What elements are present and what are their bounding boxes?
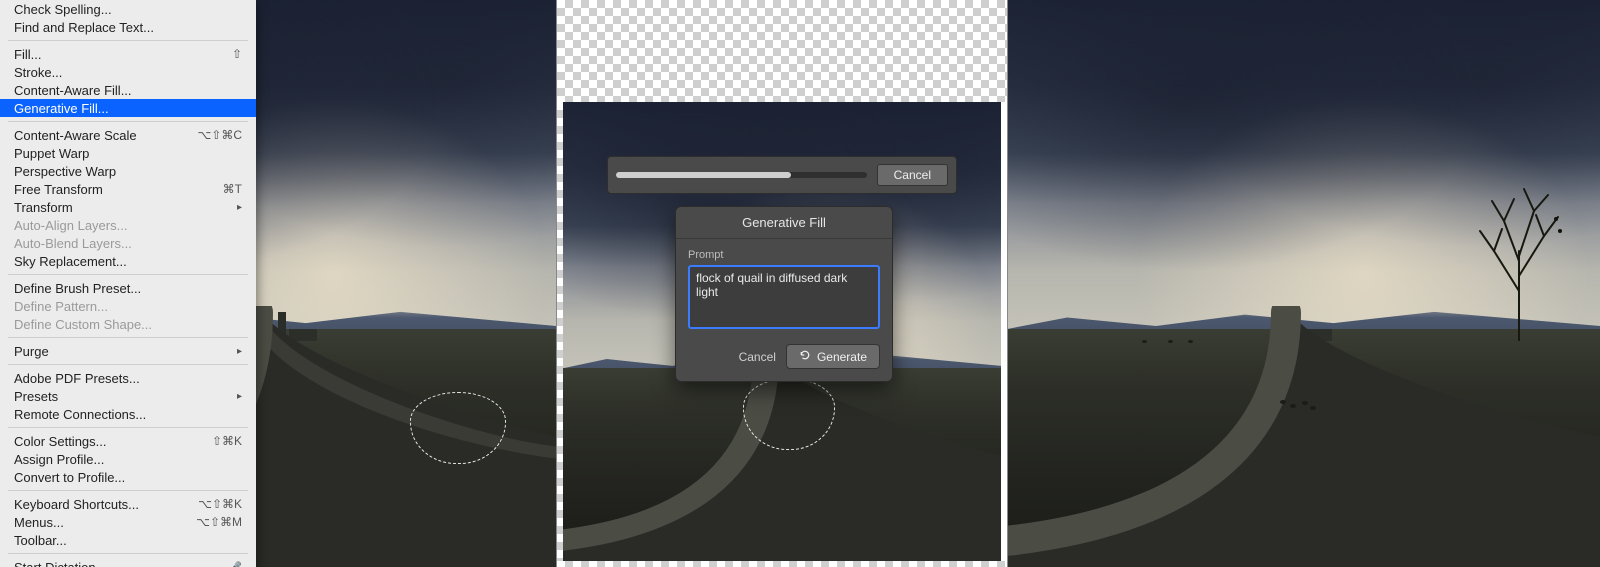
menu-item-define-pattern: Define Pattern... bbox=[0, 297, 256, 315]
menu-item-label: Adobe PDF Presets... bbox=[14, 371, 140, 386]
quail-speck bbox=[1302, 401, 1308, 405]
menu-item-label: Content-Aware Fill... bbox=[14, 83, 132, 98]
menu-item-label: Generative Fill... bbox=[14, 101, 109, 116]
prompt-input[interactable] bbox=[688, 265, 880, 329]
quail-speck bbox=[1290, 404, 1296, 408]
generative-fill-dialog: Generative Fill Prompt Cancel Generate bbox=[675, 206, 893, 382]
menu-item-free-transform[interactable]: Free Transform ⌘T bbox=[0, 180, 256, 198]
menu-item-label: Define Pattern... bbox=[14, 299, 108, 314]
menu-item-shortcut: ⇧ bbox=[232, 47, 242, 61]
menu-item-purge[interactable]: Purge bbox=[0, 342, 256, 360]
menu-item-shortcut: ⌥⇧⌘K bbox=[198, 497, 242, 511]
menu-item-label: Sky Replacement... bbox=[14, 254, 127, 269]
menu-item-label: Start Dictation… bbox=[14, 560, 109, 567]
menu-item-perspective-warp[interactable]: Perspective Warp bbox=[0, 162, 256, 180]
menu-item-label: Convert to Profile... bbox=[14, 470, 125, 485]
menu-item-convert-to-profile[interactable]: Convert to Profile... bbox=[0, 468, 256, 486]
menu-item-shortcut: ⌘T bbox=[223, 182, 242, 196]
menu-item-label: Find and Replace Text... bbox=[14, 20, 154, 35]
menu-item-check-spelling[interactable]: Check Spelling... bbox=[0, 0, 256, 18]
menu-item-label: Presets bbox=[14, 389, 58, 404]
mic-icon: 🎤 bbox=[228, 561, 242, 567]
menu-item-adobe-pdf-presets[interactable]: Adobe PDF Presets... bbox=[0, 369, 256, 387]
dialog-cancel-button[interactable]: Cancel bbox=[739, 350, 776, 364]
generate-button-label: Generate bbox=[817, 350, 867, 364]
menu-item-content-aware-scale[interactable]: Content-Aware Scale ⌥⇧⌘C bbox=[0, 126, 256, 144]
prompt-label: Prompt bbox=[688, 249, 880, 261]
quail-speck bbox=[1142, 340, 1147, 343]
menu-item-sky-replacement[interactable]: Sky Replacement... bbox=[0, 252, 256, 270]
menu-item-label: Check Spelling... bbox=[14, 2, 112, 17]
menu-item-auto-align-layers: Auto-Align Layers... bbox=[0, 216, 256, 234]
menu-item-color-settings[interactable]: Color Settings... ⇧⌘K bbox=[0, 432, 256, 450]
menu-item-label: Remote Connections... bbox=[14, 407, 146, 422]
menu-item-label: Puppet Warp bbox=[14, 146, 89, 161]
progress-cancel-button[interactable]: Cancel bbox=[877, 164, 948, 186]
menu-item-remote-connections[interactable]: Remote Connections... bbox=[0, 405, 256, 423]
panel-edit-menu: Check Spelling... Find and Replace Text..… bbox=[0, 0, 556, 567]
refresh-icon bbox=[799, 349, 811, 364]
menu-item-label: Assign Profile... bbox=[14, 452, 104, 467]
menu-item-label: Toolbar... bbox=[14, 533, 67, 548]
scene-result bbox=[1008, 0, 1600, 567]
panel-generative-dialog: Cancel Generative Fill Prompt Cancel Gen… bbox=[556, 0, 1008, 567]
menu-item-stroke[interactable]: Stroke... bbox=[0, 63, 256, 81]
menu-item-keyboard-shortcuts[interactable]: Keyboard Shortcuts... ⌥⇧⌘K bbox=[0, 495, 256, 513]
menu-item-define-custom-shape: Define Custom Shape... bbox=[0, 315, 256, 333]
menu-item-transform[interactable]: Transform bbox=[0, 198, 256, 216]
menu-item-find-and-replace-text[interactable]: Find and Replace Text... bbox=[0, 18, 256, 36]
quail-speck bbox=[1188, 340, 1193, 343]
menu-item-auto-blend-layers: Auto-Blend Layers... bbox=[0, 234, 256, 252]
menu-item-label: Free Transform bbox=[14, 182, 103, 197]
quail-speck bbox=[1310, 406, 1316, 410]
menu-item-label: Define Brush Preset... bbox=[14, 281, 141, 296]
menu-item-label: Content-Aware Scale bbox=[14, 128, 137, 143]
menu-item-shortcut: ⌥⇧⌘M bbox=[196, 515, 242, 529]
menu-item-presets[interactable]: Presets bbox=[0, 387, 256, 405]
menu-item-start-dictation[interactable]: Start Dictation… 🎤 bbox=[0, 558, 256, 567]
menu-item-label: Color Settings... bbox=[14, 434, 107, 449]
dialog-title: Generative Fill bbox=[676, 207, 892, 239]
menu-item-label: Transform bbox=[14, 200, 73, 215]
progress-fill bbox=[616, 172, 791, 178]
bare-tree bbox=[1474, 181, 1564, 341]
menu-item-puppet-warp[interactable]: Puppet Warp bbox=[0, 144, 256, 162]
progress-bar: Cancel bbox=[607, 156, 957, 194]
menu-item-content-aware-fill[interactable]: Content-Aware Fill... bbox=[0, 81, 256, 99]
menu-item-generative-fill[interactable]: Generative Fill... bbox=[0, 99, 256, 117]
menu-item-assign-profile[interactable]: Assign Profile... bbox=[0, 450, 256, 468]
menu-item-label: Fill... bbox=[14, 47, 41, 62]
generate-button[interactable]: Generate bbox=[786, 344, 880, 369]
quail-speck bbox=[1168, 340, 1173, 343]
menu-item-label: Define Custom Shape... bbox=[14, 317, 152, 332]
menu-item-label: Auto-Blend Layers... bbox=[14, 236, 132, 251]
panel-result bbox=[1008, 0, 1600, 567]
menu-item-label: Keyboard Shortcuts... bbox=[14, 497, 139, 512]
menu-item-shortcut: ⇧⌘K bbox=[212, 434, 242, 448]
menu-item-fill[interactable]: Fill... ⇧ bbox=[0, 45, 256, 63]
edit-menu: Check Spelling... Find and Replace Text..… bbox=[0, 0, 256, 567]
menu-item-label: Purge bbox=[14, 344, 49, 359]
menu-item-label: Perspective Warp bbox=[14, 164, 116, 179]
quail-speck bbox=[1280, 400, 1286, 404]
menu-item-label: Menus... bbox=[14, 515, 64, 530]
menu-item-define-brush-preset[interactable]: Define Brush Preset... bbox=[0, 279, 256, 297]
menu-item-toolbar[interactable]: Toolbar... bbox=[0, 531, 256, 549]
menu-item-menus[interactable]: Menus... ⌥⇧⌘M bbox=[0, 513, 256, 531]
menu-item-shortcut: ⌥⇧⌘C bbox=[197, 128, 242, 142]
menu-item-label: Auto-Align Layers... bbox=[14, 218, 127, 233]
menu-item-label: Stroke... bbox=[14, 65, 62, 80]
